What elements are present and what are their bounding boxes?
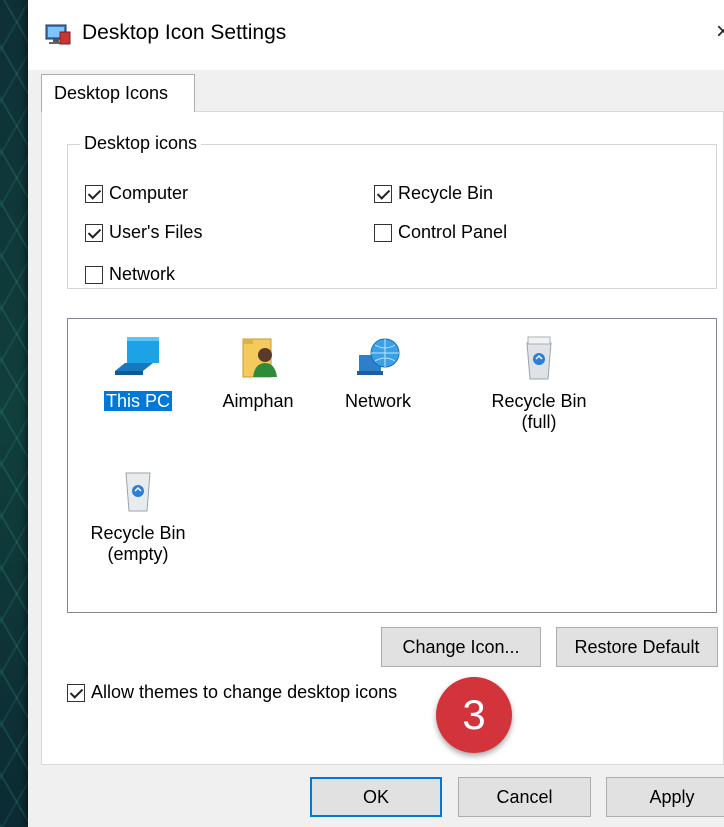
control-panel-checkbox[interactable]: Control Panel [374, 222, 507, 243]
checkbox-box[interactable] [374, 184, 392, 203]
checkbox-label: User's Files [109, 222, 203, 242]
icon-label: Aimphan [222, 391, 294, 411]
icon-label: Network [344, 391, 411, 411]
checkbox-label: Computer [109, 183, 189, 203]
icon-item-recycle-bin-empty[interactable]: Recycle Bin (empty) [78, 465, 198, 565]
desktop-icon-settings-dialog: Desktop Icon Settings × Desktop Icons De… [28, 0, 724, 827]
recycle-bin-full-icon [526, 336, 552, 380]
cancel-button[interactable]: Cancel [458, 777, 591, 817]
computer-checkbox[interactable]: Computer [85, 183, 188, 204]
icon-item-network[interactable]: Network [318, 333, 438, 412]
user-folder-icon [242, 338, 277, 378]
desktop-icon-list[interactable]: This PC Aimphan Network Recycle Bin (ful… [67, 318, 717, 613]
checkbox-label: Network [109, 264, 176, 284]
apply-button[interactable]: Apply [606, 777, 724, 817]
icon-item-recycle-bin-full[interactable]: Recycle Bin (full) [464, 333, 614, 433]
checkbox-label: Allow themes to change desktop icons [91, 682, 398, 702]
checkbox-box[interactable] [374, 223, 392, 242]
title-bar[interactable]: Desktop Icon Settings × [28, 0, 724, 70]
computer-icon [115, 337, 159, 375]
ok-button[interactable]: OK [310, 777, 442, 817]
restore-default-button[interactable]: Restore Default [556, 627, 718, 667]
network-globe-icon [357, 338, 400, 375]
checkbox-box[interactable] [67, 683, 85, 702]
checkbox-label: Control Panel [398, 222, 508, 242]
desktop-settings-app-icon [45, 24, 71, 45]
icon-label: Recycle Bin (empty) [90, 523, 186, 564]
icon-label: Recycle Bin (full) [491, 391, 587, 432]
icon-item-aimphan[interactable]: Aimphan [198, 333, 318, 412]
allow-themes-checkbox[interactable]: Allow themes to change desktop icons [67, 682, 397, 703]
checkbox-box[interactable] [85, 223, 103, 242]
checkbox-box[interactable] [85, 184, 103, 203]
checkbox-box[interactable] [85, 265, 103, 284]
checkbox-label: Recycle Bin [398, 183, 494, 203]
recycle-bin-empty-icon [125, 472, 151, 512]
group-title: Desktop icons [80, 133, 202, 154]
icon-label: This PC [103, 391, 172, 411]
step-annotation-badge: 3 [436, 677, 512, 753]
window-title: Desktop Icon Settings [82, 21, 287, 44]
desktop-icons-groupbox: Desktop icons Computer User's Files Netw… [67, 133, 717, 289]
recycle-bin-checkbox[interactable]: Recycle Bin [374, 183, 493, 204]
users-files-checkbox[interactable]: User's Files [85, 222, 202, 243]
tab-panel: Desktop icons Computer User's Files Netw… [41, 111, 724, 765]
change-icon-button[interactable]: Change Icon... [381, 627, 541, 667]
tab-desktop-icons[interactable]: Desktop Icons [41, 74, 195, 112]
network-checkbox[interactable]: Network [85, 264, 175, 285]
close-icon[interactable]: × [716, 18, 724, 46]
icon-item-this-pc[interactable]: This PC [78, 333, 198, 412]
